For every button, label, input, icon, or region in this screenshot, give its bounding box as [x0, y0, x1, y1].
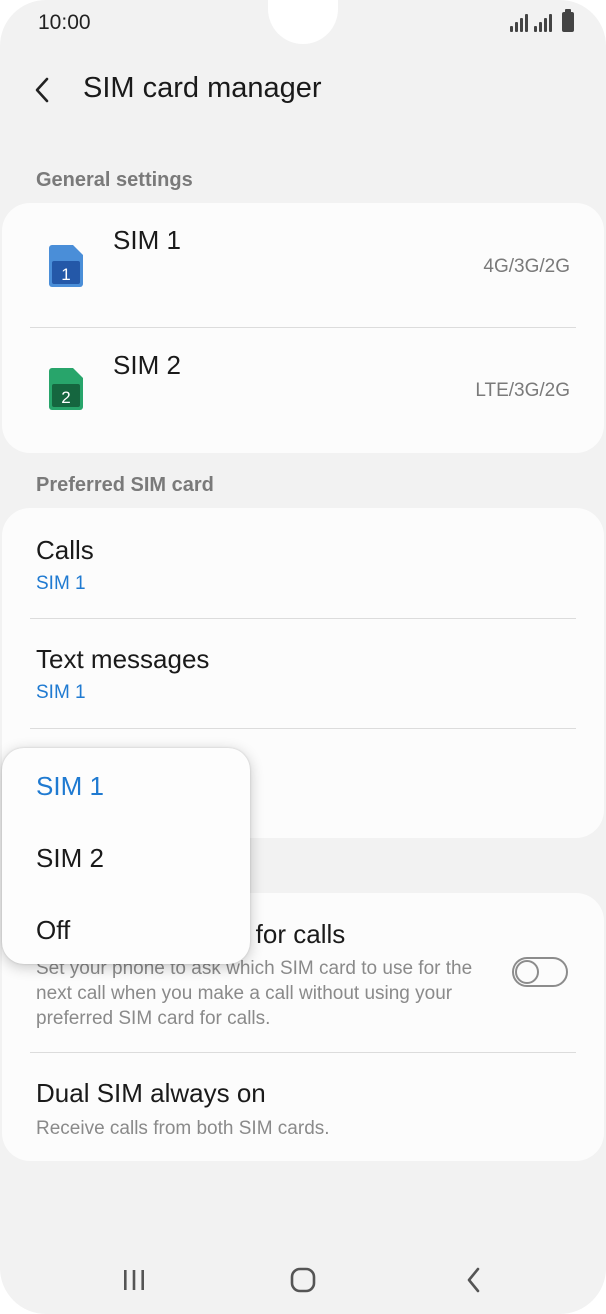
- sim-item-2[interactable]: 2 SIM 2 LTE/3G/2G: [2, 328, 604, 453]
- phone-screen: 10:00 SIM card manager General settings …: [0, 0, 606, 1314]
- dual-sim-title[interactable]: Dual SIM always on: [36, 1078, 266, 1109]
- sim-item-1[interactable]: 1 SIM 1 4G/3G/2G: [2, 203, 604, 328]
- pref-calls-title: Calls: [36, 535, 94, 565]
- sim-2-name: SIM 2: [113, 350, 181, 380]
- camera-notch: [268, 0, 338, 44]
- confirm-sim-toggle[interactable]: [512, 957, 568, 987]
- popup-option-sim1[interactable]: SIM 1: [36, 771, 104, 802]
- svg-text:1: 1: [61, 265, 70, 284]
- confirm-sim-title: d for calls: [234, 919, 346, 949]
- sim-1-name: SIM 1: [113, 225, 181, 255]
- pref-calls[interactable]: Calls SIM 1: [2, 508, 604, 618]
- section-label-general: General settings: [36, 169, 193, 191]
- page-title: SIM card manager: [83, 72, 322, 104]
- app-header: SIM card manager: [0, 60, 606, 120]
- pref-text-title: Text messages: [36, 644, 210, 674]
- system-nav-bar: [0, 1248, 606, 1312]
- svg-text:2: 2: [61, 388, 70, 407]
- sim-select-popup: SIM 1 SIM 2 Off: [2, 748, 250, 964]
- sim-list-card: 1 SIM 1 4G/3G/2G 2 SIM 2 LTE/3G/2G: [2, 203, 604, 453]
- popup-option-sim2[interactable]: SIM 2: [36, 843, 104, 874]
- chevron-left-icon: [35, 77, 49, 103]
- home-icon: [290, 1267, 316, 1293]
- sim-card-1-icon: 1: [49, 245, 83, 287]
- confirm-sim-description: Set your phone to ask which SIM card to …: [36, 958, 473, 1029]
- battery-icon: [562, 9, 574, 32]
- popup-option-off[interactable]: Off: [36, 915, 70, 946]
- sim-1-network: 4G/3G/2G: [483, 256, 570, 277]
- section-label-preferred: Preferred SIM card: [36, 474, 214, 496]
- status-time: 10:00: [38, 11, 91, 34]
- pref-text-messages[interactable]: Text messages SIM 1: [2, 618, 604, 728]
- home-button[interactable]: [273, 1260, 333, 1300]
- recent-apps-icon: [124, 1270, 144, 1290]
- pref-text-value: SIM 1: [36, 682, 86, 703]
- toggle-knob: [515, 960, 539, 984]
- pref-calls-value: SIM 1: [36, 573, 86, 594]
- dual-sim-description: Receive calls from both SIM cards.: [36, 1118, 330, 1139]
- signal-sim2-icon: [534, 14, 552, 32]
- status-icons: [510, 9, 574, 32]
- divider: [30, 1052, 576, 1053]
- sim-2-network: LTE/3G/2G: [475, 380, 570, 401]
- back-arrow-icon: [467, 1267, 480, 1293]
- sim-card-2-icon: 2: [49, 368, 83, 410]
- recent-apps-button[interactable]: [104, 1260, 164, 1300]
- nav-back-button[interactable]: [444, 1260, 504, 1300]
- back-button[interactable]: [22, 68, 62, 112]
- signal-sim1-icon: [510, 14, 528, 32]
